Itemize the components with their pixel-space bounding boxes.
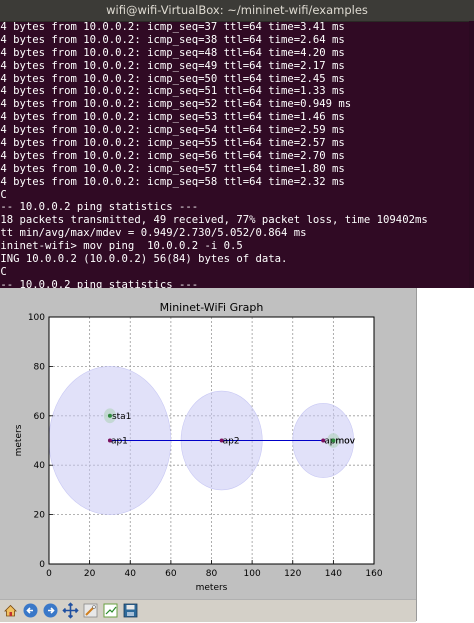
back-icon <box>23 603 38 618</box>
y-axis-label: meters <box>14 424 24 456</box>
terminal-line: ^C <box>0 188 7 201</box>
y-tick-label: 0 <box>39 560 45 570</box>
terminal-line: 64 bytes from 10.0.0.2: icmp_seq=48 ttl=… <box>0 46 345 59</box>
terminal-window[interactable]: wifi@wifi-VirtualBox: ~/mininet-wifi/exa… <box>0 0 474 288</box>
x-tick-label: 120 <box>284 569 301 579</box>
terminal-line: 64 bytes from 10.0.0.2: icmp_seq=53 ttl=… <box>0 111 345 124</box>
zoom-icon <box>83 603 98 618</box>
terminal-line: mininet-wifi> mov ping 10.0.0.2 -i 0.5 <box>0 240 243 253</box>
terminal-line: 64 bytes from 10.0.0.2: icmp_seq=49 ttl=… <box>0 59 345 72</box>
terminal-line: rtt min/avg/max/mdev = 0.949/2.730/5.052… <box>0 227 307 240</box>
y-tick-label: 20 <box>34 511 46 521</box>
ap-label-ap1: ap1 <box>111 437 128 447</box>
terminal-line: 64 bytes from 10.0.0.2: icmp_seq=58 ttl=… <box>0 175 345 188</box>
terminal-line: 64 bytes from 10.0.0.2: icmp_seq=37 ttl=… <box>0 21 345 33</box>
x-tick-label: 140 <box>325 569 342 579</box>
forward-button[interactable] <box>42 602 59 619</box>
station-label-mov: mov <box>335 437 355 447</box>
configure-button[interactable] <box>102 602 119 619</box>
terminal-line: PING 10.0.0.2 (10.0.0.2) 56(84) bytes of… <box>0 253 288 266</box>
x-axis-label: meters <box>196 583 228 593</box>
terminal-line: --- 10.0.0.2 ping statistics --- <box>0 201 199 214</box>
terminal-line: 64 bytes from 10.0.0.2: icmp_seq=38 ttl=… <box>0 33 345 46</box>
terminal-line: 64 bytes from 10.0.0.2: icmp_seq=57 ttl=… <box>0 162 345 175</box>
zoom-button[interactable] <box>82 602 99 619</box>
terminal-line: 64 bytes from 10.0.0.2: icmp_seq=56 ttl=… <box>0 149 345 162</box>
terminal-line: ^C <box>0 265 7 278</box>
terminal-line: 64 bytes from 10.0.0.2: icmp_seq=50 ttl=… <box>0 72 345 85</box>
home-icon <box>4 604 17 617</box>
x-tick-label: 60 <box>165 569 177 579</box>
x-tick-label: 160 <box>365 569 382 579</box>
x-tick-label: 0 <box>46 569 52 579</box>
save-button[interactable] <box>122 602 139 619</box>
x-tick-label: 100 <box>244 569 261 579</box>
terminal-line: 64 bytes from 10.0.0.2: icmp_seq=54 ttl=… <box>0 124 345 137</box>
pan-button[interactable] <box>62 602 79 619</box>
save-icon <box>123 603 138 618</box>
terminal-output[interactable]: 64 bytes from 10.0.0.2: icmp_seq=37 ttl=… <box>0 21 474 288</box>
back-button[interactable] <box>22 602 39 619</box>
terminal-line: 218 packets transmitted, 49 received, 77… <box>0 214 428 227</box>
desktop-background <box>417 288 474 621</box>
station-label-sta1: sta1 <box>112 412 131 422</box>
x-tick-label: 40 <box>125 569 137 579</box>
x-tick-label: 20 <box>84 569 96 579</box>
configure-icon <box>103 603 118 618</box>
y-tick-label: 40 <box>34 461 46 471</box>
ap-label-ap2: ap2 <box>223 437 240 447</box>
y-tick-label: 60 <box>34 412 46 422</box>
y-tick-label: 100 <box>28 313 45 323</box>
terminal-scrollbar[interactable] <box>469 21 474 288</box>
terminal-line: 64 bytes from 10.0.0.2: icmp_seq=51 ttl=… <box>0 85 345 98</box>
chart-title: Mininet-WiFi Graph <box>160 301 264 314</box>
plot-toolbar <box>0 599 416 622</box>
x-tick-label: 80 <box>206 569 218 579</box>
terminal-line: --- 10.0.0.2 ping statistics --- <box>0 278 199 288</box>
forward-icon <box>43 603 58 618</box>
terminal-title-bar[interactable]: wifi@wifi-VirtualBox: ~/mininet-wifi/exa… <box>0 0 474 22</box>
terminal-title: wifi@wifi-VirtualBox: ~/mininet-wifi/exa… <box>106 3 368 17</box>
terminal-line: 64 bytes from 10.0.0.2: icmp_seq=55 ttl=… <box>0 137 345 150</box>
pan-icon <box>62 602 79 619</box>
terminal-line: 64 bytes from 10.0.0.2: icmp_seq=52 ttl=… <box>0 98 352 111</box>
y-tick-label: 80 <box>34 362 46 372</box>
mininet-wifi-plot: ap1 ap2 apmovsta1mov0 20 40 60 80 100 120 140 1600… <box>14 301 383 593</box>
graph-window: ap1 ap2 apmov sta1 mov 0 20 40 60 80 100 120 140 160 0… <box>0 288 417 622</box>
home-button[interactable] <box>2 602 19 619</box>
